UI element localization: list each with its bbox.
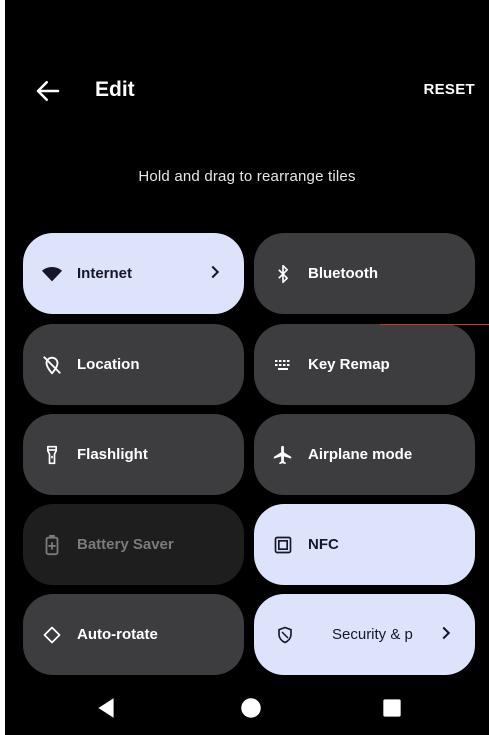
tile-label: Security & p xyxy=(332,626,413,643)
page-title: Edit xyxy=(95,78,135,101)
tile-auto-rotate[interactable]: Auto-rotate xyxy=(23,594,244,675)
tile-label: Flashlight xyxy=(77,446,148,463)
tile-label: Location xyxy=(77,356,140,373)
tile-key-remap[interactable]: Key Remap xyxy=(254,324,475,405)
tile-label: Internet xyxy=(77,265,133,282)
bluetooth-icon xyxy=(272,263,294,285)
reset-button[interactable]: RESET xyxy=(423,81,475,98)
tile-internet[interactable]: Internet xyxy=(23,233,244,314)
airplane-icon xyxy=(272,444,294,466)
top-app-bar: Edit RESET xyxy=(5,70,489,110)
tile-label: Auto-rotate xyxy=(77,626,158,643)
nfc-icon xyxy=(272,534,294,556)
tile-flashlight[interactable]: Flashlight xyxy=(23,414,244,495)
flashlight-icon xyxy=(41,444,63,466)
tile-label: Airplane mode xyxy=(308,446,413,463)
tile-battery-saver[interactable]: Battery Saver xyxy=(23,504,244,585)
tile-location[interactable]: Location xyxy=(23,324,244,405)
wifi-icon xyxy=(41,263,63,285)
keyboard-icon xyxy=(272,354,294,376)
rearrange-hint: Hold and drag to rearrange tiles xyxy=(138,168,356,185)
tile-label: Battery Saver xyxy=(77,536,174,553)
chevron-right-icon xyxy=(442,626,451,640)
system-navigation-bar xyxy=(5,680,489,735)
recents-square-icon[interactable] xyxy=(379,695,405,721)
shield-icon xyxy=(274,624,296,646)
tile-label: NFC xyxy=(308,536,339,553)
tile-label: Bluetooth xyxy=(308,265,378,282)
back-triangle-icon[interactable] xyxy=(93,695,119,721)
tile-bluetooth[interactable]: Bluetooth xyxy=(254,233,475,314)
rotate-icon xyxy=(41,624,63,646)
home-circle-icon[interactable] xyxy=(238,695,264,721)
tile-airplane-mode[interactable]: Airplane mode xyxy=(254,414,475,495)
quick-settings-edit-screen: Edit RESET Hold and drag to rearrange ti… xyxy=(5,0,489,735)
tile-security-privacy[interactable]: Security & p xyxy=(254,594,475,675)
chevron-right-icon xyxy=(211,265,220,279)
drag-indicator-line xyxy=(380,324,489,325)
battery-saver-icon xyxy=(41,534,63,556)
location-off-icon xyxy=(41,354,63,376)
tile-label: Key Remap xyxy=(308,356,390,373)
back-arrow-icon[interactable] xyxy=(33,76,63,106)
tile-nfc[interactable]: NFC xyxy=(254,504,475,585)
